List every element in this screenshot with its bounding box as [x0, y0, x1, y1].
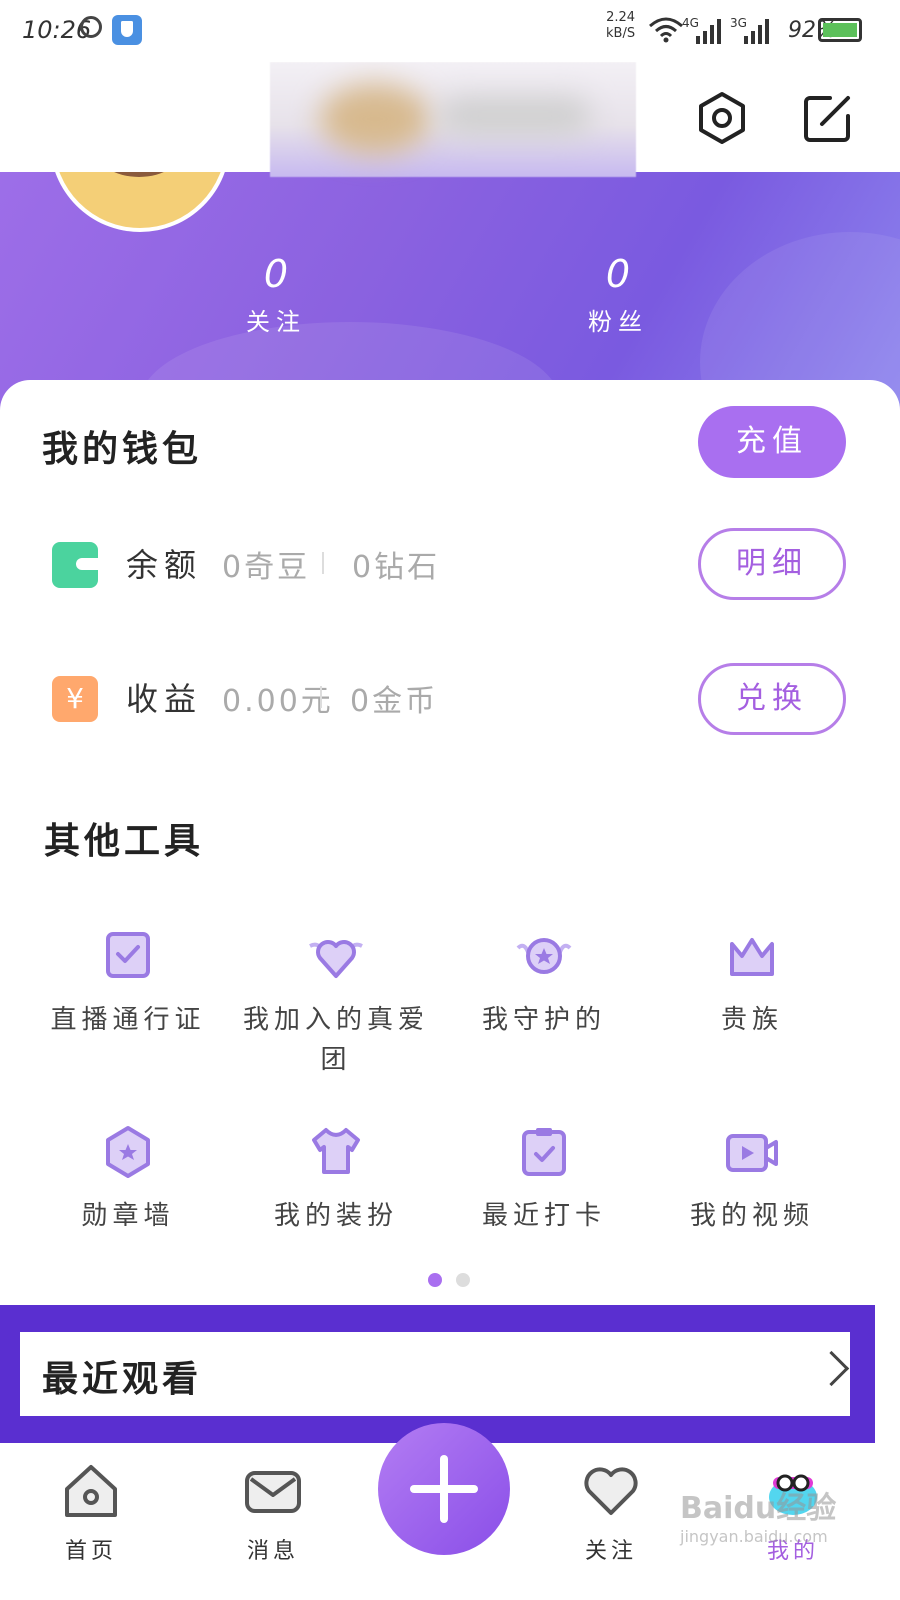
following-label: 关注 — [246, 308, 306, 336]
fans-stat[interactable]: 0 粉丝 — [548, 252, 688, 337]
wifi-icon — [648, 16, 684, 51]
watermark-sub: jingyan.baidu.com — [680, 1527, 828, 1546]
tshirt-icon — [306, 1122, 366, 1182]
fans-label: 粉丝 — [588, 308, 648, 336]
home-icon — [59, 1459, 123, 1523]
tool-label: 贵族 — [720, 1005, 783, 1035]
tool-medal-wall[interactable]: 勋章墙 — [28, 1122, 228, 1236]
beans-value: 0奇豆 — [222, 550, 311, 585]
tool-label: 我的视频 — [689, 1201, 814, 1231]
tool-label: 勋章墙 — [81, 1201, 175, 1231]
tool-guarded[interactable]: 我守护的 — [444, 926, 644, 1040]
watermark: Baidu经验 jingyan.baidu.com — [680, 1483, 836, 1546]
page-indicator — [428, 1272, 484, 1291]
coins-value: 0金币 — [350, 684, 439, 719]
exchange-button[interactable]: 兑换 — [698, 663, 846, 735]
mail-icon — [241, 1459, 305, 1523]
alarm-icon — [80, 16, 102, 38]
medal-icon — [98, 1122, 158, 1182]
network-speed-unit: kB/S — [606, 26, 636, 41]
nav-label: 消息 — [246, 1539, 299, 1564]
tool-fan-club[interactable]: 我加入的真爱团 — [236, 926, 436, 1080]
following-count: 0 — [263, 252, 289, 296]
tool-my-videos[interactable]: 我的视频 — [652, 1122, 852, 1236]
nav-messages[interactable]: 消息 — [218, 1459, 328, 1565]
tool-label: 直播通行证 — [50, 1005, 206, 1035]
nav-label: 关注 — [584, 1539, 637, 1564]
nav-follow[interactable]: 关注 — [556, 1459, 666, 1565]
signal-icon-2 — [742, 18, 770, 44]
signal-icon — [694, 18, 722, 44]
page-dot — [456, 1273, 470, 1287]
balance-row: 余额 0奇豆 0钻石 — [52, 536, 752, 596]
tool-nobility[interactable]: 贵族 — [652, 926, 852, 1040]
wallet-title: 我的钱包 — [42, 429, 203, 470]
recharge-button[interactable]: 充值 — [698, 406, 846, 478]
tool-dress-up[interactable]: 我的装扮 — [236, 1122, 436, 1236]
status-bar: 10:26 2.24 kB/S 4G 3G 92% — [0, 0, 900, 62]
network-speed-value: 2.24 — [606, 10, 636, 25]
tool-recent-checkin[interactable]: 最近打卡 — [444, 1122, 644, 1236]
network-speed: 2.24 kB/S — [606, 10, 635, 42]
tool-label: 我加入的真爱团 — [242, 1005, 429, 1075]
recent-viewed-title: 最近观看 — [42, 1359, 203, 1400]
edit-icon[interactable] — [800, 90, 856, 146]
details-button[interactable]: 明细 — [698, 528, 846, 600]
heart-wings-icon — [306, 926, 366, 986]
profile-banner: 0 关注 0 粉丝 — [0, 172, 900, 412]
nav-label: 首页 — [64, 1539, 117, 1564]
tool-label: 我守护的 — [481, 1005, 606, 1035]
battery-icon — [818, 18, 862, 42]
following-stat[interactable]: 0 关注 — [206, 252, 346, 337]
balance-label: 余额 — [126, 546, 203, 584]
diamonds-value: 0钻石 — [352, 550, 441, 585]
watermark-text: Baidu经验 — [680, 1491, 837, 1526]
profile-header — [0, 62, 900, 177]
chevron-right-icon — [813, 1350, 850, 1387]
avatar[interactable] — [50, 172, 230, 232]
yuan-icon: ¥ — [52, 676, 98, 722]
page-dot-active — [428, 1273, 442, 1287]
income-label: 收益 — [126, 680, 203, 718]
tool-label: 我的装扮 — [273, 1201, 398, 1231]
yuan-value: 0.00元 — [222, 684, 334, 719]
heart-icon — [579, 1459, 643, 1523]
fans-count: 0 — [605, 252, 631, 296]
video-icon — [722, 1122, 782, 1182]
pass-icon — [98, 926, 158, 986]
blurred-username — [270, 62, 636, 177]
settings-icon[interactable] — [694, 90, 750, 146]
recent-viewed-row[interactable]: 最近观看 — [20, 1332, 850, 1416]
nav-home[interactable]: 首页 — [36, 1459, 146, 1565]
tool-label: 最近打卡 — [481, 1201, 606, 1231]
crown-icon — [722, 926, 782, 986]
shield-icon — [112, 15, 142, 45]
tools-title: 其他工具 — [44, 821, 205, 862]
income-row: ¥ 收益 0.00元 0金币 — [52, 670, 752, 730]
clipboard-check-icon — [514, 1122, 574, 1182]
tool-live-pass[interactable]: 直播通行证 — [28, 926, 228, 1040]
wallet-icon — [52, 542, 98, 588]
bottom-nav: 首页 消息 关注 我的 Baidu经验 jingyan.baidu.com — [0, 1423, 900, 1600]
add-button[interactable] — [378, 1423, 510, 1555]
guard-star-icon — [514, 926, 574, 986]
